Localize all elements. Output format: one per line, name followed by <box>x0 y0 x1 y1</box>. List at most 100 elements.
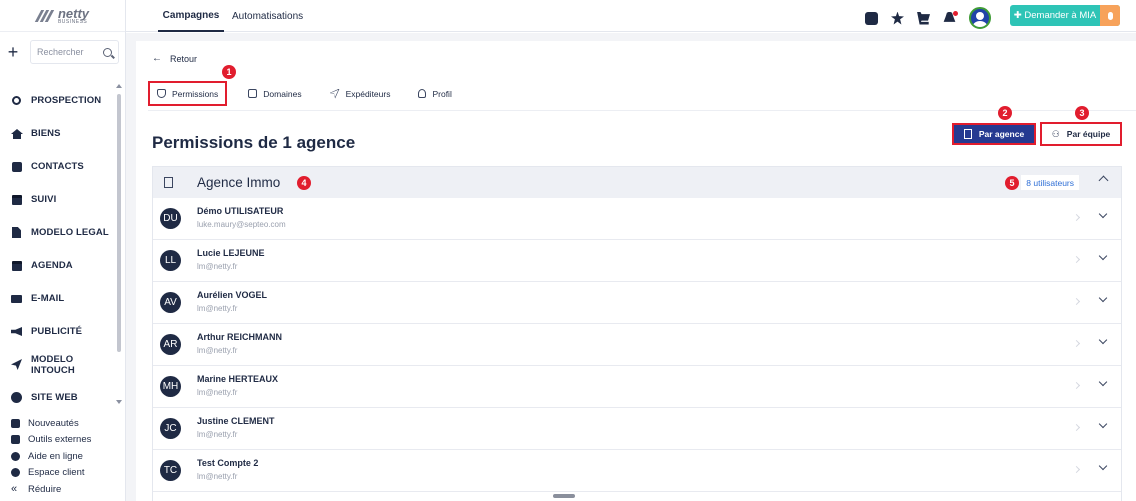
chevron-right-icon <box>1072 381 1081 390</box>
sidebar-item-modelo-legal[interactable]: MODELO LEGAL <box>0 216 118 249</box>
user-name: Arthur REICHMANN <box>197 332 282 342</box>
add-button[interactable]: + <box>6 43 20 61</box>
car-icon <box>11 435 20 445</box>
scroll-up-icon[interactable] <box>116 84 122 88</box>
link-nouveautes[interactable]: Nouveautés <box>11 415 91 432</box>
avatar: DU <box>160 208 181 229</box>
user-email: lm@netty.fr <box>197 430 238 439</box>
chevron-right-icon <box>1072 297 1081 306</box>
star-icon[interactable] <box>891 11 904 25</box>
contact-card-icon <box>11 161 22 172</box>
top-icons <box>865 7 991 29</box>
user-avatar[interactable] <box>969 7 991 29</box>
sidebar-item-contacts[interactable]: CONTACTS <box>0 150 118 183</box>
tab-label: Profil <box>432 88 452 99</box>
table-row[interactable]: AR Arthur REICHMANN lm@netty.fr <box>153 324 1121 366</box>
chevron-down-icon[interactable] <box>1098 461 1108 471</box>
chevron-down-icon[interactable] <box>1098 419 1108 429</box>
agency-group: Agence Immo 8 utilisateurs DU Démo UTILI… <box>152 166 1122 501</box>
search-icon <box>11 95 22 106</box>
coins-icon[interactable] <box>865 11 878 25</box>
tab-expediteurs[interactable]: Expéditeurs <box>323 81 398 106</box>
chevron-right-icon <box>1072 213 1081 222</box>
user-email: lm@netty.fr <box>197 346 238 355</box>
sidebar-item-label: AGENDA <box>31 260 73 271</box>
ask-mia-button[interactable]: ✚ Demander à MIA <box>1010 5 1120 26</box>
sidebar-item-modelo-intouch[interactable]: MODELO INTOUCH <box>0 348 118 381</box>
chevron-right-icon <box>1072 255 1081 264</box>
table-row[interactable]: AV Aurélien VOGEL lm@netty.fr <box>153 282 1121 324</box>
table-row[interactable]: JC Justine CLEMENT lm@netty.fr <box>153 408 1121 450</box>
brand-logo[interactable]: netty BUSINESS <box>0 0 125 32</box>
chevron-right-icon <box>1072 423 1081 432</box>
link-reduire[interactable]: « Réduire <box>11 481 91 498</box>
table-row[interactable]: LL Lucie LEJEUNE lm@netty.fr <box>153 240 1121 282</box>
tab-permissions[interactable]: Permissions <box>148 81 228 106</box>
chevron-down-icon[interactable] <box>1098 251 1108 261</box>
tab-profil[interactable]: Profil <box>411 81 458 106</box>
table-row[interactable]: MH Marine HERTEAUX lm@netty.fr <box>153 366 1121 408</box>
sidebar-item-email[interactable]: E-MAIL <box>0 282 118 315</box>
tabs-divider <box>148 110 1136 111</box>
link-outils-externes[interactable]: Outils externes <box>11 432 91 449</box>
sidebar-item-biens[interactable]: BIENS <box>0 117 118 150</box>
tab-campagnes[interactable]: Campagnes <box>158 0 224 32</box>
user-count-badge[interactable]: 8 utilisateurs <box>1021 175 1079 190</box>
link-label: Réduire <box>28 483 62 495</box>
sidebar-item-site-web[interactable]: SITE WEB <box>0 381 118 414</box>
by-agency-button[interactable]: Par agence <box>952 123 1036 145</box>
bottom-resize-handle[interactable] <box>553 494 575 498</box>
user-icon <box>418 89 427 98</box>
sidebar-scrollbar[interactable] <box>116 84 122 404</box>
scroll-thumb[interactable] <box>117 94 121 352</box>
link-aide-en-ligne[interactable]: Aide en ligne <box>11 448 91 465</box>
tab-automatisations[interactable]: Automatisations <box>232 0 303 32</box>
user-name: Marine HERTEAUX <box>197 374 279 384</box>
user-email: lm@netty.fr <box>197 472 238 481</box>
sidebar: netty BUSINESS + Rechercher PROSPECTION … <box>0 0 126 501</box>
back-label: Retour <box>170 53 198 64</box>
cart-icon[interactable] <box>917 11 930 25</box>
brand-name: netty <box>57 5 90 21</box>
calendar-icon <box>11 260 22 271</box>
by-team-button[interactable]: ⚇ Par équipe <box>1040 122 1122 146</box>
avatar: AV <box>160 292 181 313</box>
search-input[interactable]: Rechercher <box>30 40 119 64</box>
chevron-right-icon <box>1072 465 1081 474</box>
chevron-down-icon[interactable] <box>1098 209 1108 219</box>
sidebar-nav: PROSPECTION BIENS CONTACTS SUIVI MODELO … <box>0 84 118 414</box>
calendar-check-icon <box>11 194 22 205</box>
annotation-marker-4: 4 <box>297 176 311 190</box>
server-icon <box>248 89 258 98</box>
link-label: Espace client <box>28 467 85 479</box>
microphone-icon[interactable] <box>1100 5 1120 26</box>
chevron-down-icon[interactable] <box>1098 377 1108 387</box>
back-link[interactable]: ← Retour <box>152 53 197 64</box>
avatar: AR <box>160 334 181 355</box>
sidebar-item-publicite[interactable]: PUBLICITÉ <box>0 315 118 348</box>
chevron-down-icon[interactable] <box>1098 293 1108 303</box>
brand-sub: BUSINESS <box>57 18 88 25</box>
search-icon[interactable] <box>103 47 112 57</box>
user-name: Démo UTILISATEUR <box>197 206 284 216</box>
chevron-up-icon[interactable] <box>1098 175 1109 186</box>
link-label: Outils externes <box>28 434 92 446</box>
user-email: lm@netty.fr <box>197 262 238 271</box>
by-team-label: Par équipe <box>1066 129 1111 139</box>
tab-label: Expéditeurs <box>345 88 391 99</box>
table-row[interactable]: TC Test Compte 2 lm@netty.fr <box>153 450 1121 492</box>
avatar: TC <box>160 460 181 481</box>
sidebar-item-agenda[interactable]: AGENDA <box>0 249 118 282</box>
chevron-down-icon[interactable] <box>1098 335 1108 345</box>
link-espace-client[interactable]: Espace client <box>11 465 91 482</box>
sidebar-item-label: PROSPECTION <box>31 95 102 106</box>
sidebar-item-suivi[interactable]: SUIVI <box>0 183 118 216</box>
scroll-down-icon[interactable] <box>116 400 122 404</box>
user-email: lm@netty.fr <box>197 304 238 313</box>
table-row[interactable]: DU Démo UTILISATEUR luke.maury@septeo.co… <box>153 198 1121 240</box>
avatar: MH <box>160 376 181 397</box>
notifications-button[interactable] <box>943 10 958 25</box>
sidebar-item-prospection[interactable]: PROSPECTION <box>0 84 118 117</box>
tab-domaines[interactable]: Domaines <box>241 81 308 106</box>
send-icon <box>329 88 340 99</box>
